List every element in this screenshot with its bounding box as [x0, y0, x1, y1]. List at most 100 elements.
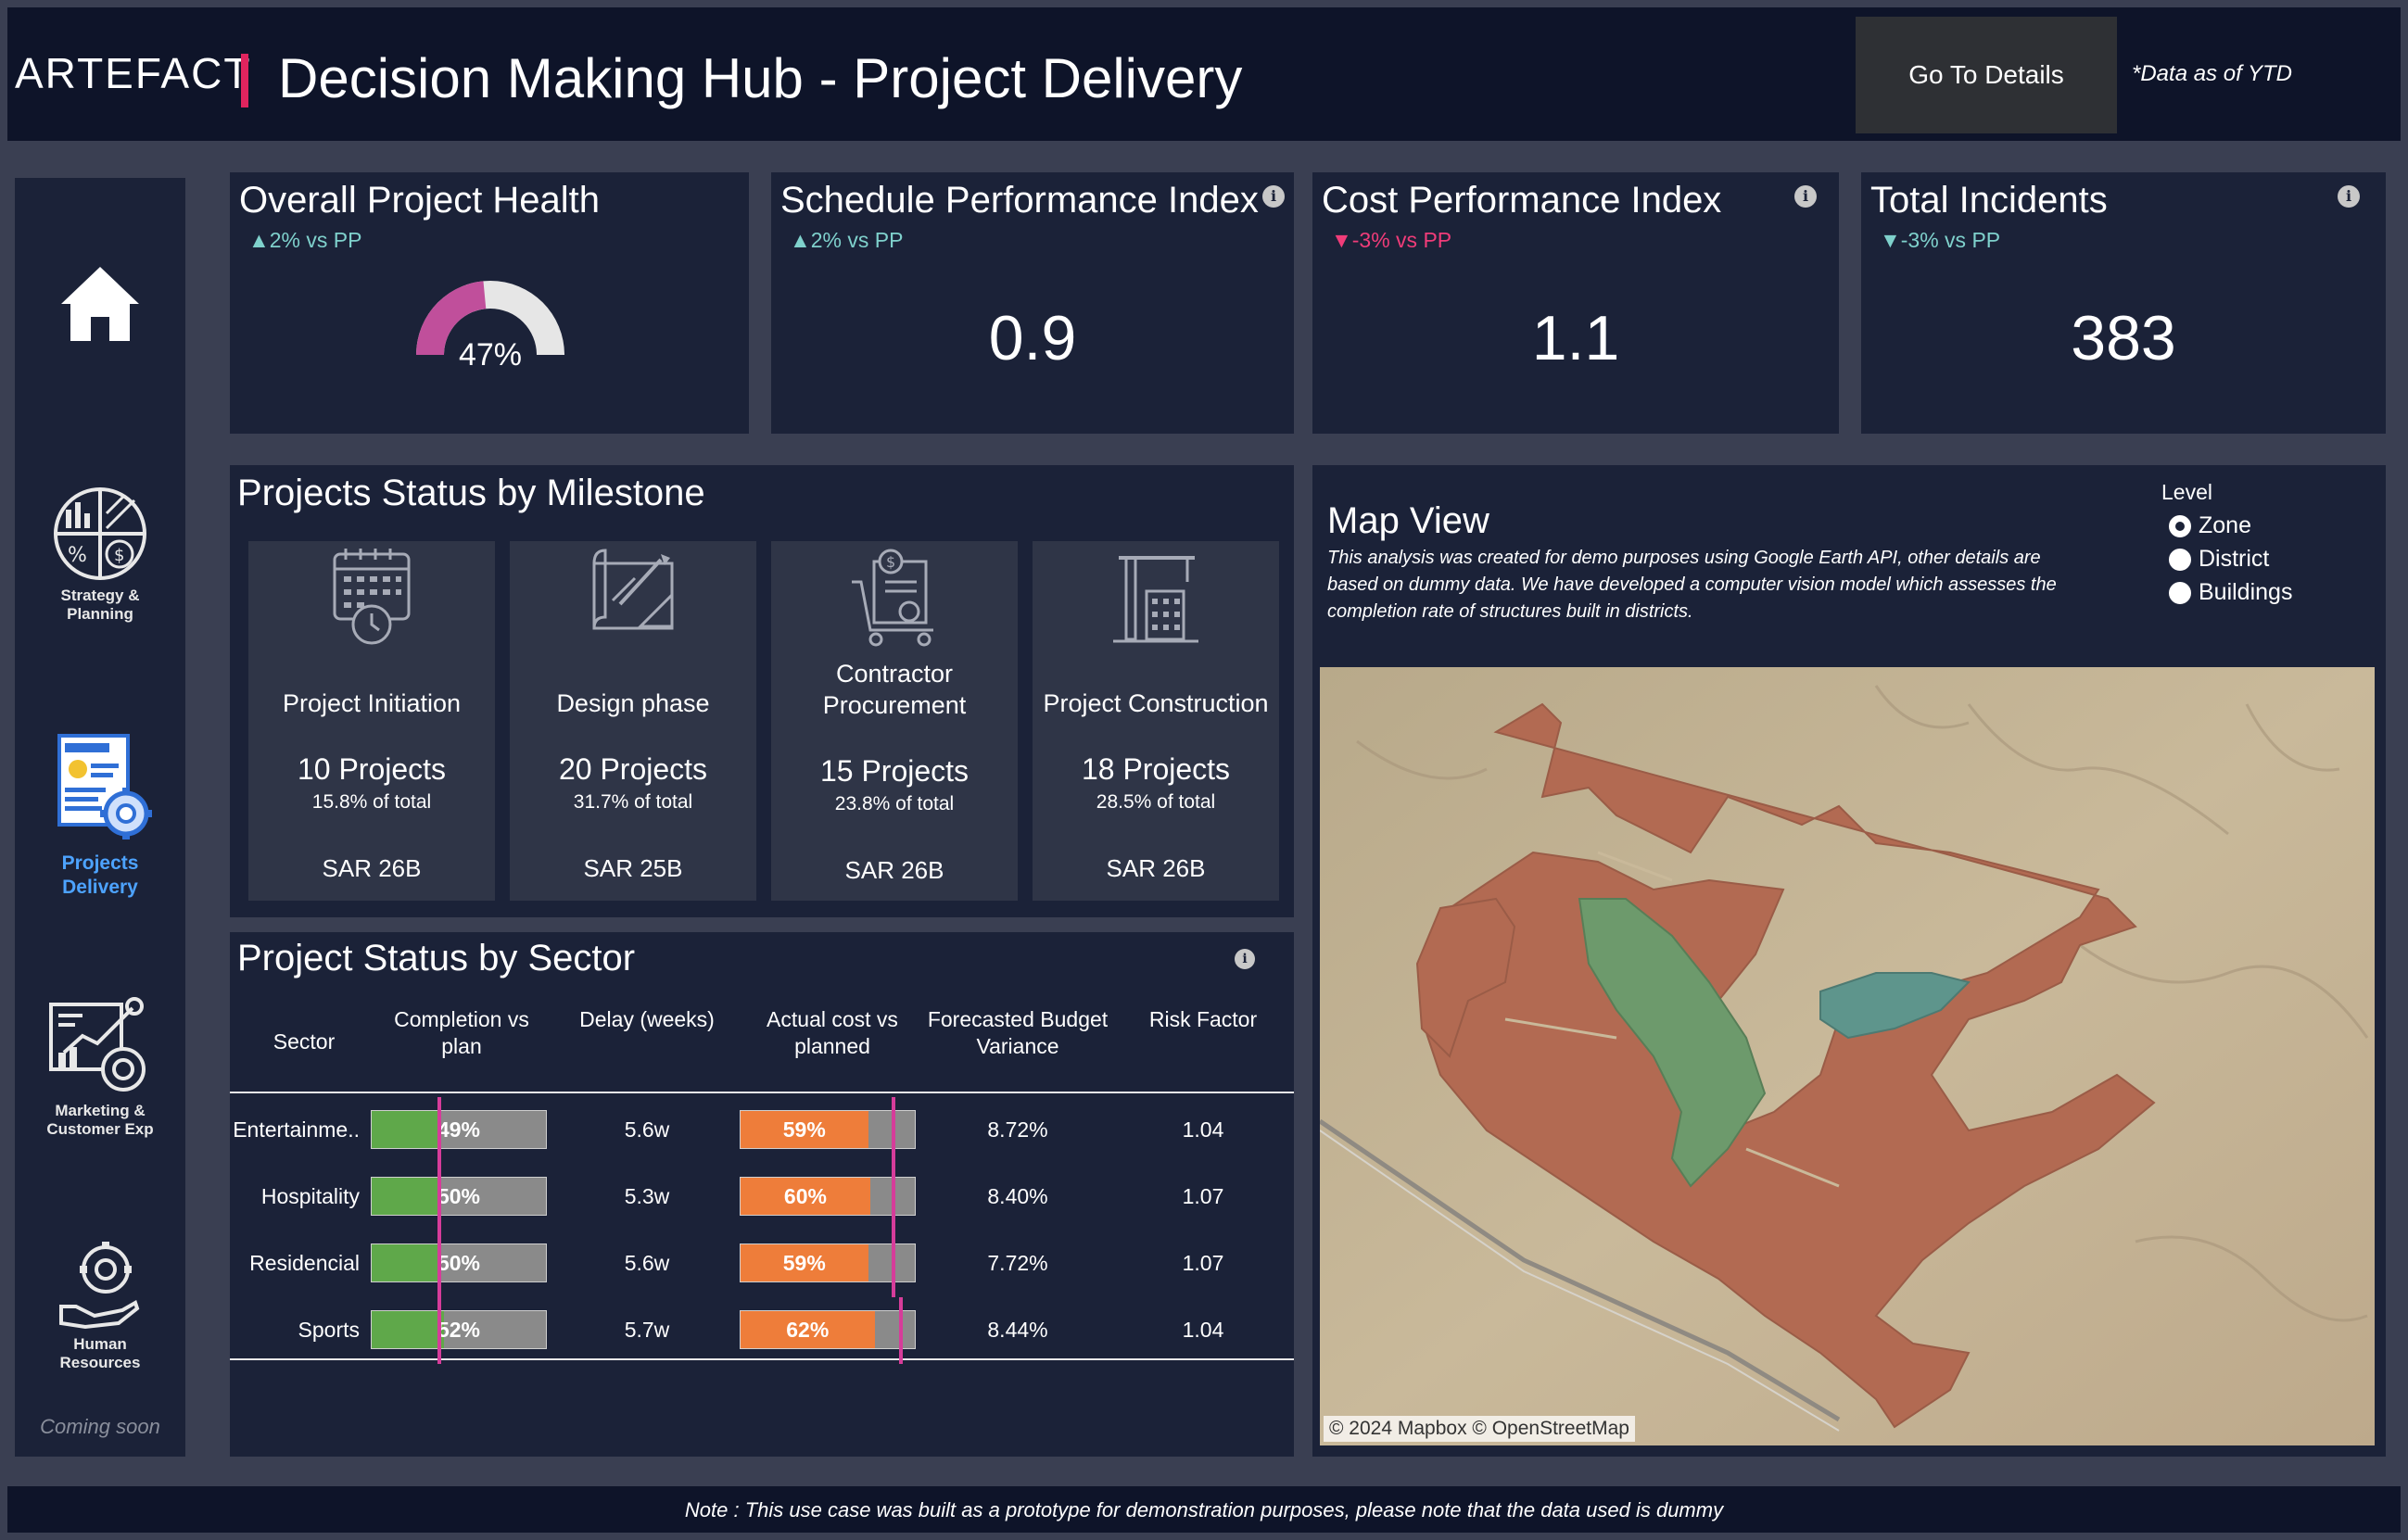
table-row[interactable]: Entertainme.. 49% 5.6w 59% 8.72% 1.04 — [230, 1097, 1294, 1164]
svg-text:%: % — [68, 544, 87, 567]
sidebar-label-line2: Customer Exp — [46, 1120, 154, 1138]
milestone-value: SAR 26B — [322, 854, 422, 882]
col-header-cost: Actual cost vs planned — [767, 1007, 898, 1058]
radio-zone[interactable] — [2169, 515, 2191, 537]
footer-note: Note : This use case was built as a prot… — [684, 1498, 1724, 1521]
home-icon — [61, 267, 139, 341]
strategy-planning-icon: % $ — [54, 487, 146, 580]
milestone-card-construction[interactable]: Project Construction 18 Projects 28.5% o… — [1033, 541, 1279, 901]
kpi-title: Overall Project Health — [239, 180, 601, 221]
kpi-delta: ▲2% vs PP — [790, 228, 904, 252]
completion-bar: 52% — [371, 1310, 547, 1349]
down-triangle-icon: ▼ — [1880, 228, 1901, 252]
cell-sector: Sports — [298, 1318, 360, 1342]
cost-plan-marker — [892, 1097, 895, 1164]
kpi-value: 383 — [2071, 303, 2176, 373]
milestone-count: 18 Projects — [1081, 752, 1231, 786]
table-header-divider — [230, 1092, 1294, 1093]
info-icon[interactable]: i — [1794, 185, 1817, 208]
completion-bar: 49% — [371, 1110, 547, 1149]
sidebar-item-projects-delivery[interactable]: Projects Delivery — [15, 732, 185, 900]
artefact-logo: ARTEFACT — [15, 49, 252, 97]
milestone-name: Project Construction — [1043, 689, 1269, 717]
info-icon[interactable]: i — [1262, 185, 1285, 208]
section-title: Project Status by Sector — [237, 938, 636, 978]
kpi-delta: ▼-3% vs PP — [1331, 228, 1452, 252]
milestone-value: SAR 26B — [844, 856, 944, 884]
page-title: Decision Making Hub - Project Delivery — [278, 47, 1243, 109]
col-header-risk: Risk Factor — [1148, 1007, 1258, 1031]
kpi-title: Cost Performance Index — [1322, 180, 1722, 221]
kpi-delta: ▲2% vs PP — [248, 228, 362, 252]
completion-value: 50% — [437, 1183, 481, 1208]
sidebar-item-strategy-planning[interactable]: % $ Strategy & Planning — [15, 486, 185, 624]
kpi-title: Schedule Performance Index — [780, 180, 1259, 221]
col-header-completion: Completion vs plan — [394, 1007, 529, 1058]
milestone-card-design[interactable]: Design phase 20 Projects 31.7% of total … — [510, 541, 756, 901]
go-to-details-button[interactable]: Go To Details — [1856, 17, 2117, 133]
info-icon[interactable]: i — [2338, 185, 2360, 208]
completion-value: 52% — [437, 1317, 481, 1342]
cell-budget-variance: 7.72% — [987, 1251, 1048, 1275]
cell-delay: 5.3w — [624, 1184, 670, 1208]
cell-risk-factor: 1.07 — [1182, 1251, 1224, 1275]
map-attribution[interactable]: © 2024 Mapbox © OpenStreetMap — [1324, 1416, 1635, 1442]
info-icon[interactable]: i — [1235, 949, 1255, 969]
sidebar: % $ Strategy & Planning Projects Deliver… — [15, 178, 185, 1457]
kpi-value: 1.1 — [1531, 303, 1620, 373]
up-triangle-icon: ▲ — [790, 228, 811, 252]
completion-plan-marker — [437, 1097, 441, 1164]
kpi-delta: ▼-3% vs PP — [1880, 228, 2001, 252]
milestone-count: 20 Projects — [558, 752, 708, 786]
milestone-value: SAR 25B — [583, 854, 683, 882]
milestone-name-line2: Procurement — [822, 691, 967, 719]
radio-label-buildings: Buildings — [2199, 579, 2293, 605]
milestone-count: 10 Projects — [297, 752, 447, 786]
cell-risk-factor: 1.07 — [1182, 1184, 1224, 1208]
col-header-budget: Forecasted Budget Variance — [927, 1007, 1109, 1058]
blueprint-icon — [592, 549, 674, 630]
milestone-card-initiation[interactable]: Project Initiation 10 Projects 15.8% of … — [248, 541, 495, 901]
data-as-of-note: *Data as of YTD — [2132, 61, 2292, 86]
map-canvas[interactable]: © 2024 Mapbox © OpenStreetMap — [1320, 667, 2375, 1445]
sidebar-item-human-resources[interactable]: Human Resources — [15, 1242, 185, 1372]
sidebar-label-line1: Strategy & — [60, 587, 140, 604]
milestone-value: SAR 26B — [1106, 854, 1206, 882]
radio-district[interactable] — [2169, 549, 2191, 571]
cost-bar: 62% — [740, 1310, 916, 1349]
up-triangle-icon: ▲ — [248, 228, 270, 252]
radio-buildings[interactable] — [2169, 582, 2191, 604]
marketing-icon — [49, 997, 146, 1092]
level-label: Level — [2161, 480, 2212, 504]
cell-delay: 5.6w — [624, 1251, 670, 1275]
completion-plan-marker — [437, 1231, 441, 1297]
sidebar-item-marketing[interactable]: Marketing & Customer Exp — [15, 995, 185, 1139]
map-title: Map View — [1327, 500, 1489, 541]
cell-budget-variance: 8.72% — [987, 1117, 1048, 1142]
completion-value: 50% — [437, 1250, 481, 1275]
kpi-title: Total Incidents — [1870, 180, 2108, 221]
kpi-card-incidents: Total Incidents i ▼-3% vs PP 383 — [1861, 172, 2386, 434]
cost-plan-marker — [892, 1231, 895, 1297]
svg-text:$: $ — [114, 546, 124, 565]
col-header-delay: Delay (weeks) — [579, 1007, 715, 1031]
sector-panel: Project Status by Sector i Sector Comple… — [230, 932, 1294, 1457]
table-row[interactable]: Residencial 50% 5.6w 59% 7.72% 1.07 — [230, 1231, 1294, 1297]
cell-sector: Residencial — [249, 1251, 360, 1275]
cell-budget-variance: 8.40% — [987, 1184, 1048, 1208]
map-image — [1320, 667, 2375, 1445]
completion-plan-marker — [437, 1164, 441, 1231]
svg-text:$: $ — [886, 553, 895, 571]
milestone-card-procurement[interactable]: $ Contractor Procurement 15 Projects 23.… — [771, 541, 1018, 901]
milestone-name: Design phase — [556, 689, 710, 717]
table-row[interactable]: Hospitality 50% 5.3w 60% 8.40% 1.07 — [230, 1164, 1294, 1231]
health-gauge: 47% — [416, 281, 564, 369]
map-panel: Map View This analysis was created for d… — [1312, 465, 2386, 1457]
radio-label-district: District — [2199, 546, 2270, 572]
milestone-count: 15 Projects — [819, 754, 970, 788]
col-header-sector: Sector — [272, 1029, 336, 1054]
cost-value: 60% — [783, 1183, 827, 1208]
table-row[interactable]: Sports 52% 5.7w 62% 8.44% 1.04 — [230, 1297, 1294, 1364]
sidebar-item-home[interactable] — [15, 261, 185, 351]
down-triangle-icon: ▼ — [1331, 228, 1352, 252]
